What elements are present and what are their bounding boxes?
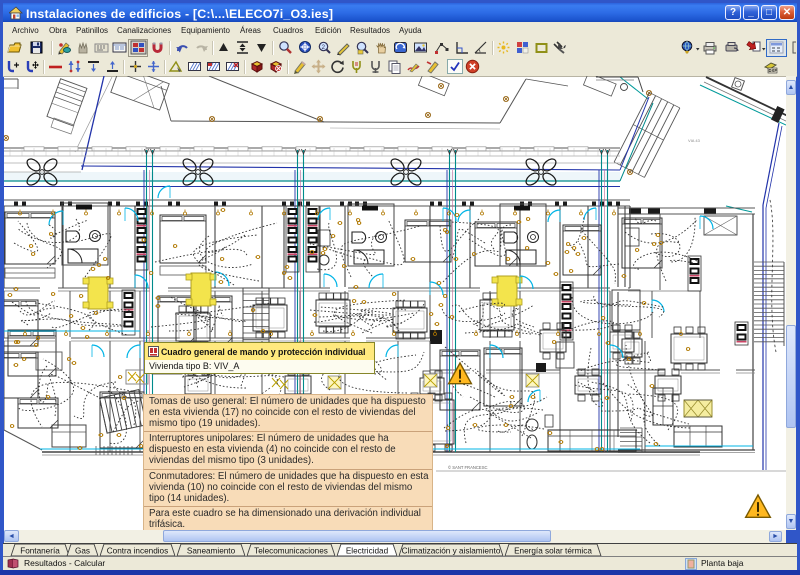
svg-text:Telecomunicaciones: Telecomunicaciones <box>254 547 328 556</box>
svg-text:Fontanería: Fontanería <box>20 547 60 556</box>
svg-text:Electricidad: Electricidad <box>346 547 389 556</box>
svg-text:Energía solar térmica: Energía solar térmica <box>514 547 592 556</box>
svg-text:Saneamiento: Saneamiento <box>187 547 236 556</box>
svg-text:Contra incendios: Contra incendios <box>107 547 168 556</box>
svg-text:© SANT FRANCESC: © SANT FRANCESC <box>448 465 488 470</box>
svg-text:DXF: DXF <box>769 68 778 73</box>
svg-text:Climatización y aislamiento: Climatización y aislamiento <box>402 547 501 556</box>
svg-text:Gas: Gas <box>75 547 90 556</box>
svg-text:VIA 43: VIA 43 <box>688 138 701 143</box>
